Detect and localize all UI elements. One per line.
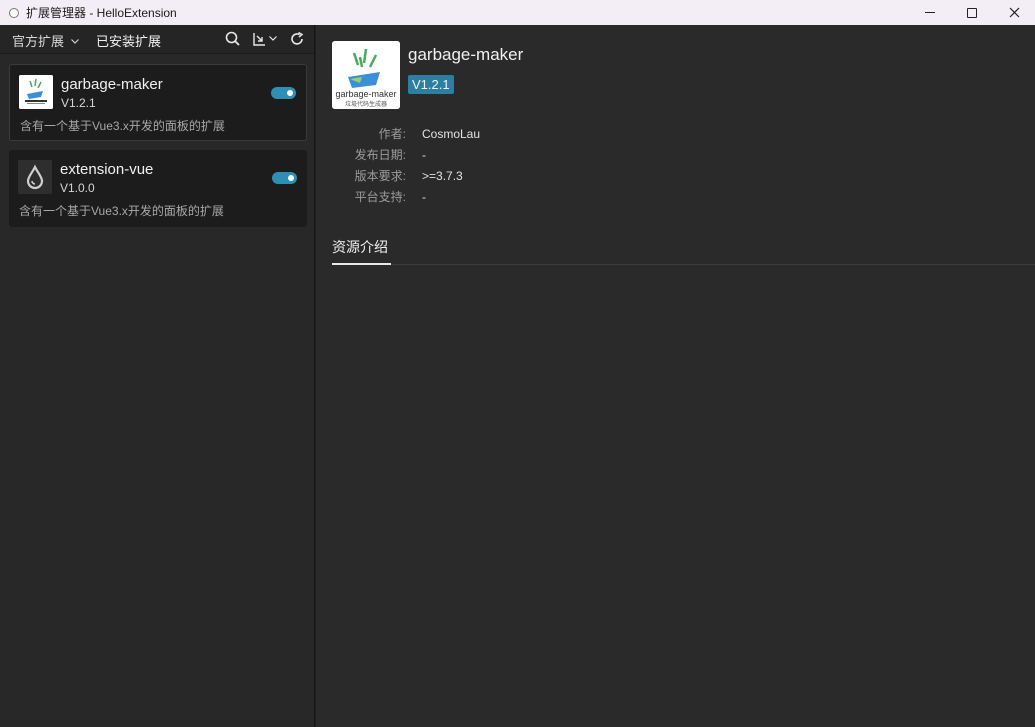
detail-version-badge: V1.2.1: [408, 75, 454, 94]
maximize-button[interactable]: [951, 0, 993, 25]
enable-toggle[interactable]: [271, 87, 296, 99]
extension-card-garbage-maker[interactable]: garbage-maker V1.2.1 含有一个基于Vue3.x开发的面板的扩…: [9, 64, 307, 141]
meta-row-version-requirement: 版本要求: >=3.7.3: [334, 165, 480, 186]
meta-label: 发布日期:: [354, 148, 406, 162]
download-chevron-down-icon[interactable]: [269, 36, 277, 41]
toggle-knob: [288, 175, 294, 181]
extension-description: 含有一个基于Vue3.x开发的面板的扩展: [20, 119, 225, 133]
app-icon: [9, 7, 19, 18]
extension-vue-logo: [18, 160, 52, 194]
extension-name: extension-vue: [60, 161, 154, 178]
list-toolbar: 官方扩展 已安装扩展: [0, 25, 314, 54]
meta-label: 作者:: [378, 127, 406, 141]
meta-value: -: [422, 147, 426, 162]
extension-description: 含有一个基于Vue3.x开发的面板的扩展: [19, 204, 224, 218]
extension-name: garbage-maker: [61, 76, 163, 93]
maximize-icon: [967, 7, 977, 18]
detail-logo: garbage-maker 垃圾代码生成器: [332, 41, 400, 109]
minimize-button[interactable]: [909, 0, 951, 25]
extension-card-extension-vue[interactable]: extension-vue V1.0.0 含有一个基于Vue3.x开发的面板的扩…: [9, 150, 307, 227]
minimize-icon: [925, 12, 935, 13]
garbage-maker-logo: [19, 75, 53, 109]
tab-official-extensions[interactable]: 官方扩展: [12, 31, 79, 50]
tab-resource-intro[interactable]: 资源介绍: [332, 237, 388, 266]
window-controls: [909, 0, 1035, 25]
meta-row-platform-support: 平台支持: -: [334, 186, 480, 207]
tab-active-indicator: [332, 263, 391, 265]
meta-value: >=3.7.3: [422, 168, 463, 183]
detail-meta: 作者: CosmoLau 发布日期: - 版本要求: >=3.7.3 平台支持:…: [334, 123, 480, 207]
meta-value: CosmoLau: [422, 126, 481, 141]
chevron-down-icon: [71, 36, 79, 46]
extension-detail-panel: garbage-maker 垃圾代码生成器 garbage-maker V1.2…: [316, 25, 1035, 727]
tab-official-label: 官方扩展: [12, 34, 65, 49]
toolbar-icons: [225, 31, 304, 46]
meta-value: -: [422, 189, 426, 204]
close-button[interactable]: [993, 0, 1035, 25]
tab-installed-extensions[interactable]: 已安装扩展: [96, 31, 161, 50]
search-icon[interactable]: [225, 31, 240, 46]
meta-label: 版本要求:: [354, 169, 406, 183]
extension-version: V1.2.1: [61, 96, 96, 110]
toggle-knob: [287, 90, 293, 96]
meta-label: 平台支持:: [354, 190, 406, 204]
tab-divider: [332, 264, 1035, 265]
extension-list-panel: 官方扩展 已安装扩展 garbage-maker V1.2.1 含有一个基于Vu…: [0, 25, 315, 727]
refresh-icon[interactable]: [290, 31, 304, 46]
enable-toggle[interactable]: [272, 172, 297, 184]
detail-logo-subtext: 垃圾代码生成器: [345, 100, 387, 108]
detail-extension-name: garbage-maker: [408, 45, 524, 64]
close-icon: [1009, 7, 1019, 18]
window-titlebar: 扩展管理器 - HelloExtension: [0, 0, 1035, 25]
window-title: 扩展管理器 - HelloExtension: [26, 6, 177, 20]
extension-version: V1.0.0: [60, 181, 95, 195]
meta-row-author: 作者: CosmoLau: [334, 123, 480, 144]
meta-row-release-date: 发布日期: -: [334, 144, 480, 165]
detail-logo-text: garbage-maker: [335, 89, 396, 99]
download-icon[interactable]: [252, 32, 266, 46]
